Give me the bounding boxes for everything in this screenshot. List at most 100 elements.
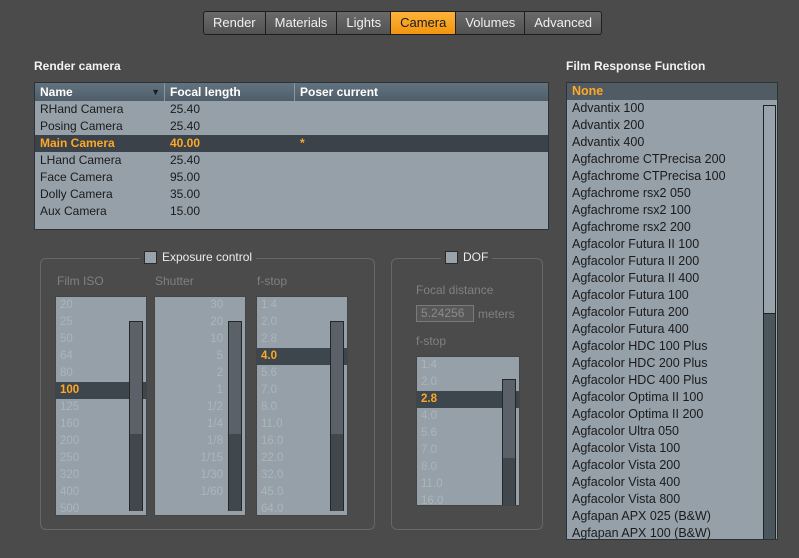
tab-render[interactable]: Render — [203, 11, 266, 35]
film-response-option[interactable]: Agfacolor Vista 400 — [567, 474, 777, 491]
scroll-thumb[interactable] — [331, 434, 343, 511]
fstop-label: f-stop — [257, 274, 288, 288]
film-response-title: Film Response Function — [566, 59, 706, 73]
focal-length-cell: 25.40 — [170, 102, 201, 116]
tab-camera[interactable]: Camera — [391, 11, 457, 35]
camera-name-cell: Main Camera — [40, 136, 115, 150]
dof-fstop-label: f-stop — [416, 334, 447, 348]
tab-bar: Render Materials Lights Camera Volumes A… — [203, 11, 603, 35]
film-response-scrollbar[interactable] — [763, 105, 776, 539]
poser-current-cell: * — [300, 136, 305, 150]
checkbox-box[interactable] — [445, 250, 458, 264]
poser-current-cell — [295, 203, 548, 220]
table-row[interactable]: Aux Camera 15.00 — [35, 203, 548, 220]
checkbox-box[interactable] — [144, 250, 157, 264]
shutter-list[interactable]: 30 20 10 5 2 1 1/2 1/4 1/8 1/15 1/30 1/60 — [154, 296, 246, 516]
film-iso-scrollbar[interactable] — [129, 321, 143, 511]
poser-current-cell — [295, 118, 548, 135]
film-response-option[interactable]: Advantix 400 — [567, 134, 777, 151]
render-camera-title: Render camera — [34, 59, 121, 73]
film-response-option[interactable]: Agfapan APX 025 (B&W) — [567, 508, 777, 525]
focal-length-cell: 25.40 — [170, 153, 201, 167]
film-response-list[interactable]: None Advantix 100 Advantix 200 Advantix 400… — [566, 82, 778, 540]
film-response-option[interactable]: Agfachrome CTPrecisa 200 — [567, 151, 777, 168]
focal-distance-input[interactable]: 5.24256 — [416, 305, 474, 322]
focal-length-cell: 35.00 — [170, 187, 201, 201]
tab-materials[interactable]: Materials — [265, 11, 338, 35]
film-response-option[interactable]: Agfacolor Futura 100 — [567, 287, 777, 304]
dof-checkbox[interactable]: DOF — [441, 250, 493, 264]
camera-name-cell: Aux Camera — [40, 204, 107, 218]
camera-name-cell: Face Camera — [40, 170, 113, 184]
scroll-thumb[interactable] — [764, 106, 775, 314]
film-response-option[interactable]: Agfacolor Vista 100 — [567, 440, 777, 457]
render-camera-table: Name ▼ Focal length Poser current RHand C… — [34, 82, 549, 230]
focal-distance-label: Focal distance — [416, 283, 494, 297]
film-response-option[interactable]: Agfachrome rsx2 050 — [567, 185, 777, 202]
table-row[interactable]: Posing Camera 25.40 — [35, 118, 548, 135]
film-response-option[interactable]: Agfacolor Vista 200 — [567, 457, 777, 474]
film-response-option[interactable]: Advantix 100 — [567, 100, 777, 117]
film-response-option[interactable]: Agfacolor HDC 200 Plus — [567, 355, 777, 372]
dof-fstop-list[interactable]: 1.4 2.0 2.8 4.0 5.6 7.0 8.0 11.0 16.0 — [416, 356, 520, 506]
film-response-option[interactable]: Agfachrome CTPrecisa 100 — [567, 168, 777, 185]
camera-name-cell: LHand Camera — [40, 153, 122, 167]
film-response-option[interactable]: Agfacolor Futura II 400 — [567, 270, 777, 287]
exposure-control-label: Exposure control — [162, 250, 253, 264]
shutter-label: Shutter — [155, 274, 194, 288]
fstop-list[interactable]: 1.4 2.0 2.8 4.0 5.6 7.0 8.0 11.0 16.0 22.0 32.0 45.… — [256, 296, 348, 516]
film-iso-list[interactable]: 20 25 50 64 80 100 125 160 200 250 320 400 500 — [55, 296, 147, 516]
poser-current-cell — [295, 101, 548, 118]
camera-name-cell: RHand Camera — [40, 102, 124, 116]
film-response-option[interactable]: Agfacolor Ultra 050 — [567, 423, 777, 440]
dof-fstop-scrollbar[interactable] — [502, 379, 516, 505]
scroll-thumb[interactable] — [130, 434, 142, 511]
column-header-name[interactable]: Name ▼ — [35, 83, 165, 101]
camera-name-cell: Posing Camera — [40, 119, 123, 133]
film-response-option[interactable]: Advantix 200 — [567, 117, 777, 134]
film-response-option[interactable]: Agfachrome rsx2 200 — [567, 219, 777, 236]
column-header-focal-length[interactable]: Focal length — [165, 83, 295, 101]
table-row[interactable]: LHand Camera 25.40 — [35, 152, 548, 169]
film-response-option[interactable]: Agfachrome rsx2 100 — [567, 202, 777, 219]
film-iso-option[interactable]: 20 — [56, 297, 146, 314]
sort-down-icon: ▼ — [151, 87, 160, 97]
exposure-control-checkbox[interactable]: Exposure control — [140, 250, 257, 264]
film-response-option[interactable]: Agfacolor Optima II 100 — [567, 389, 777, 406]
table-row[interactable]: Dolly Camera 35.00 — [35, 186, 548, 203]
shutter-scrollbar[interactable] — [228, 321, 242, 511]
focal-length-cell: 40.00 — [170, 136, 201, 150]
film-response-option[interactable]: Agfacolor Futura II 200 — [567, 253, 777, 270]
focal-distance-unit: meters — [478, 307, 515, 321]
film-response-option[interactable]: Agfacolor Vista 800 — [567, 491, 777, 508]
shutter-option[interactable]: 30 — [155, 297, 245, 314]
film-response-option[interactable]: None — [567, 83, 777, 100]
poser-current-cell — [295, 169, 548, 186]
film-response-option[interactable]: Agfacolor Futura II 100 — [567, 236, 777, 253]
scroll-thumb[interactable] — [229, 434, 241, 511]
focal-length-cell: 25.40 — [170, 119, 201, 133]
scroll-thumb[interactable] — [503, 458, 515, 505]
focal-length-cell: 15.00 — [170, 204, 201, 218]
poser-current-cell — [295, 152, 548, 169]
tab-advanced[interactable]: Advanced — [525, 11, 603, 35]
table-row[interactable]: Main Camera 40.00 * — [35, 135, 548, 152]
focal-length-cell: 95.00 — [170, 170, 201, 184]
camera-name-cell: Dolly Camera — [40, 187, 113, 201]
column-header-label: Name — [40, 85, 73, 99]
table-header: Name ▼ Focal length Poser current — [35, 83, 548, 101]
film-response-option[interactable]: Agfacolor HDC 400 Plus — [567, 372, 777, 389]
table-row[interactable]: RHand Camera 25.40 — [35, 101, 548, 118]
film-response-option[interactable]: Agfacolor Futura 200 — [567, 304, 777, 321]
dof-fstop-option[interactable]: 1.4 — [417, 357, 519, 374]
column-header-poser-current[interactable]: Poser current — [295, 83, 548, 101]
tab-lights[interactable]: Lights — [337, 11, 392, 35]
film-response-option[interactable]: Agfacolor Futura 400 — [567, 321, 777, 338]
film-response-option[interactable]: Agfacolor HDC 100 Plus — [567, 338, 777, 355]
fstop-scrollbar[interactable] — [330, 321, 344, 511]
table-row[interactable]: Face Camera 95.00 — [35, 169, 548, 186]
tab-volumes[interactable]: Volumes — [456, 11, 526, 35]
fstop-option[interactable]: 1.4 — [257, 297, 347, 314]
film-response-option[interactable]: Agfapan APX 100 (B&W) — [567, 525, 777, 539]
film-response-option[interactable]: Agfacolor Optima II 200 — [567, 406, 777, 423]
